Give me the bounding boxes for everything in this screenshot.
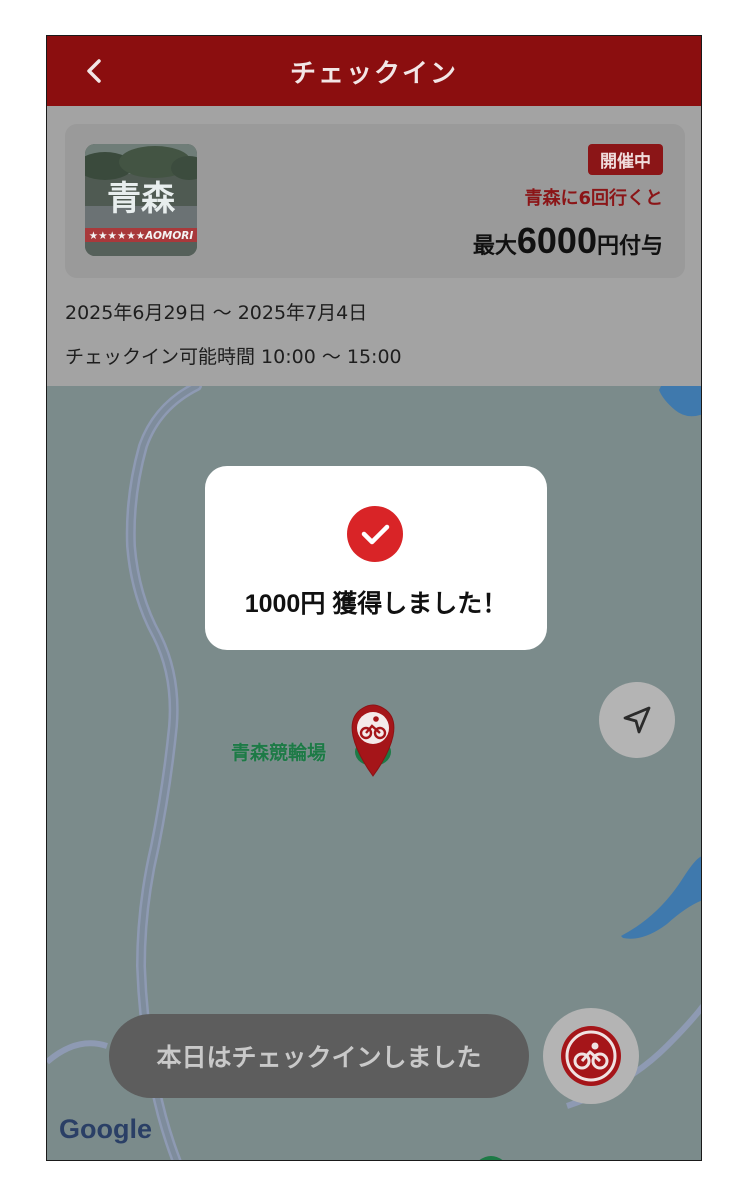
thumbnail-title: 青森 bbox=[107, 179, 176, 219]
locate-button[interactable] bbox=[599, 682, 675, 758]
max-reward-amount: 6000 bbox=[516, 220, 597, 261]
page-title: チェックイン bbox=[289, 58, 458, 89]
navigation-arrow-icon bbox=[623, 706, 651, 734]
thumbnail-banner: ★★★★★★AOMORI bbox=[89, 230, 194, 242]
success-message: 1000円 獲得しました！ bbox=[244, 590, 508, 618]
back-button[interactable] bbox=[77, 53, 113, 89]
app-screen: チェックイン 青森 ★★★★★★AOMORI 開催中 青森に6回行くと 最大 6… bbox=[46, 35, 702, 1161]
event-thumbnail: 青森 ★★★★★★AOMORI bbox=[85, 144, 197, 256]
event-dates: 2025年6月29日 ～ 2025年7月4日 bbox=[65, 302, 368, 324]
event-card[interactable]: 青森 ★★★★★★AOMORI 開催中 青森に6回行くと 最大 6000 円付与 bbox=[65, 124, 685, 278]
venue-label[interactable]: 青森競輪場 bbox=[231, 738, 326, 765]
max-reward-prefix: 最大 bbox=[472, 234, 517, 259]
promo-text: 青森に6回行くと bbox=[524, 188, 663, 209]
chevron-left-icon bbox=[87, 59, 101, 83]
status-badge: 開催中 bbox=[588, 144, 663, 175]
max-reward: 最大 6000 円付与 bbox=[473, 220, 663, 262]
event-info-panel: 青森 ★★★★★★AOMORI 開催中 青森に6回行くと 最大 6000 円付与… bbox=[47, 106, 701, 386]
venue-pin[interactable] bbox=[349, 702, 397, 778]
google-logo-text: Google bbox=[59, 1114, 152, 1144]
bicycle-icon bbox=[561, 1026, 621, 1086]
checkin-fab[interactable] bbox=[543, 1008, 639, 1104]
app-header: チェックイン bbox=[47, 36, 701, 106]
success-modal: 1000円 獲得しました！ bbox=[205, 466, 547, 650]
bicycle-pin-icon bbox=[351, 704, 395, 777]
max-reward-suffix: 円付与 bbox=[596, 234, 663, 259]
google-attribution: Google bbox=[59, 1114, 152, 1145]
check-circle-icon bbox=[347, 506, 403, 562]
checkin-status-pill: 本日はチェックインしました bbox=[109, 1014, 529, 1098]
checkin-hours: チェックイン可能時間 10:00 ～ 15:00 bbox=[65, 346, 402, 368]
